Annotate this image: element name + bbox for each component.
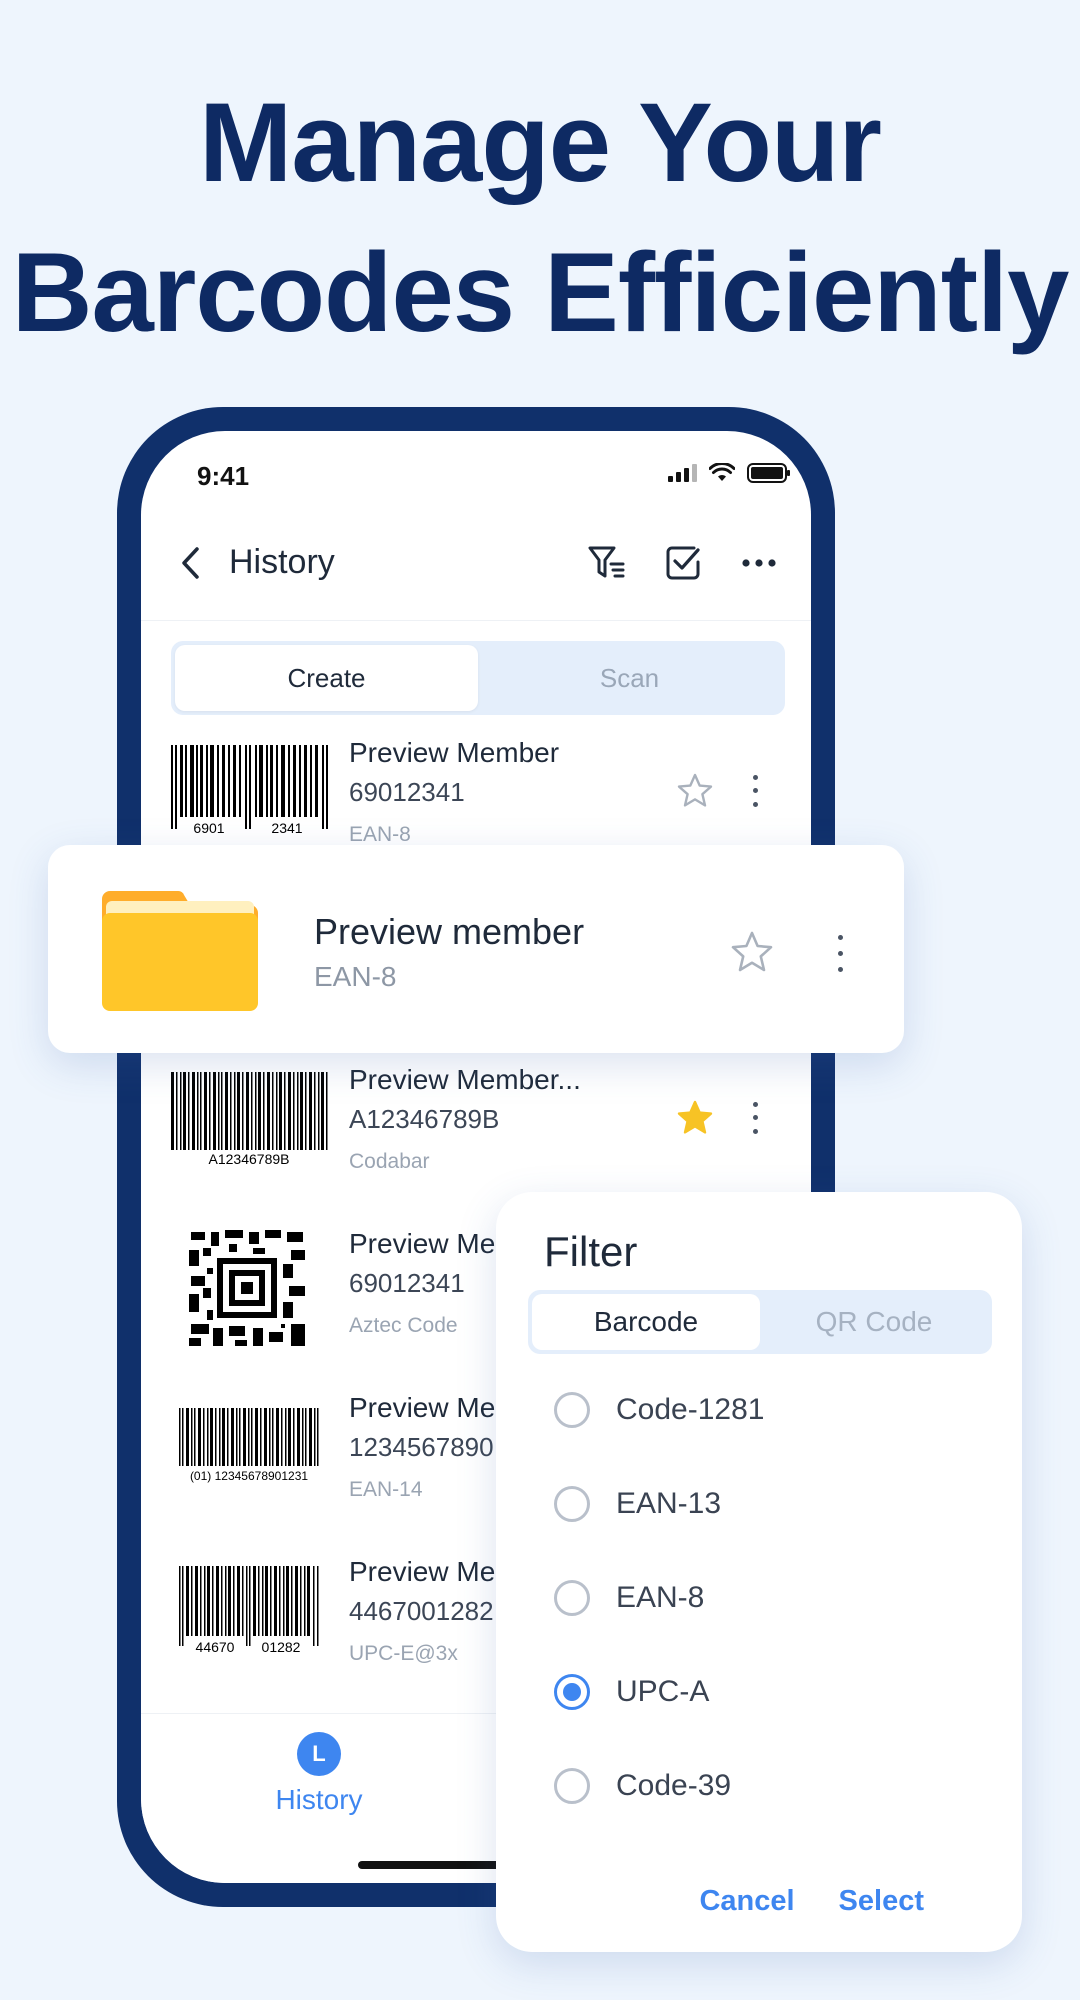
- row-value: 4467001282: [349, 1596, 494, 1626]
- row-title: Preview Me: [349, 1228, 496, 1259]
- barcode-text: A12346789B: [209, 1151, 290, 1167]
- row-value: 69012341: [349, 1268, 465, 1298]
- barcode-text-right: 2341: [271, 820, 302, 836]
- cancel-button[interactable]: Cancel: [699, 1885, 794, 1918]
- row-value: 1234567890: [349, 1432, 494, 1462]
- filter-icon: [588, 546, 625, 578]
- folder-card[interactable]: Preview member EAN-8: [48, 845, 904, 1053]
- row-type: EAN-8: [349, 823, 411, 846]
- row-value: A12346789B: [349, 1104, 500, 1134]
- row-more-button[interactable]: [745, 1098, 765, 1138]
- page-title: History: [229, 543, 335, 581]
- filter-option-label: EAN-8: [616, 1581, 705, 1614]
- wifi-icon: [709, 463, 735, 481]
- more-horizontal-icon: [742, 559, 776, 567]
- select-mode-button[interactable]: [659, 539, 707, 587]
- barcode-text-right: 01282: [262, 1639, 301, 1655]
- radio-button[interactable]: [554, 1392, 590, 1428]
- chevron-left-icon: [182, 547, 199, 579]
- cellular-signal-icon: [668, 464, 697, 482]
- aztec-code-image: [187, 1228, 307, 1348]
- row-type: Codabar: [349, 1150, 430, 1173]
- tab-history[interactable]: L History: [249, 1732, 389, 1816]
- filter-option-label: Code-1281: [616, 1393, 765, 1426]
- codabar-barcode-image: A12346789B: [171, 1072, 328, 1167]
- nav-bar: History: [141, 511, 811, 621]
- radio-button-selected[interactable]: [554, 1674, 590, 1710]
- ean8-barcode-image: 6901 2341: [171, 745, 328, 836]
- more-options-button[interactable]: [735, 539, 783, 587]
- radio-button[interactable]: [554, 1580, 590, 1616]
- select-button[interactable]: Select: [839, 1885, 924, 1918]
- history-clock-icon: L: [297, 1732, 341, 1776]
- folder-subtitle: EAN-8: [314, 961, 397, 992]
- barcode-text: (01) 12345678901231: [190, 1469, 308, 1483]
- tab-barcode[interactable]: Barcode: [532, 1294, 760, 1350]
- barcode-text-left: 6901: [193, 820, 224, 836]
- star-filled-icon[interactable]: [675, 1098, 715, 1138]
- filter-option-label: EAN-13: [616, 1487, 722, 1520]
- filter-option[interactable]: EAN-8: [554, 1568, 974, 1628]
- filter-option-selected[interactable]: UPC-A: [554, 1662, 974, 1722]
- filter-actions: Cancel Select: [699, 1885, 924, 1918]
- row-title: Preview Member...: [349, 1064, 581, 1095]
- star-outline-icon[interactable]: [675, 771, 715, 811]
- folder-title: Preview member: [314, 911, 585, 952]
- row-title: Preview Me: [349, 1556, 496, 1587]
- filter-option-label: UPC-A: [616, 1675, 710, 1708]
- checkbox-icon: [666, 546, 700, 580]
- barcode-text-left: 44670: [196, 1639, 235, 1655]
- filter-button[interactable]: [583, 539, 631, 587]
- status-bar: 9:41: [141, 431, 811, 511]
- status-time: 9:41: [197, 461, 250, 491]
- filter-option-label: Code-39: [616, 1769, 732, 1802]
- headline-line-1: Manage Your: [199, 80, 882, 205]
- row-type: Aztec Code: [349, 1314, 458, 1337]
- filter-type-segmented-control: Barcode QR Code: [528, 1290, 992, 1354]
- folder-icon: [102, 890, 258, 1011]
- filter-title: Filter: [544, 1228, 638, 1275]
- tab-history-label: History: [275, 1784, 363, 1815]
- battery-icon: [747, 463, 790, 483]
- tab-create[interactable]: Create: [175, 645, 478, 711]
- row-type: UPC-E@3x: [349, 1642, 458, 1665]
- row-value: 69012341: [349, 777, 465, 807]
- filter-sheet: Filter Barcode QR Code Code-1281 EAN-13 …: [496, 1192, 1022, 1952]
- row-more-button[interactable]: [745, 771, 765, 811]
- row-title: Preview Me: [349, 1392, 496, 1423]
- ean14-barcode-image: (01) 12345678901231: [179, 1408, 319, 1483]
- folder-more-button[interactable]: [830, 929, 850, 977]
- radio-button[interactable]: [554, 1486, 590, 1522]
- star-outline-icon[interactable]: [728, 929, 776, 977]
- history-segmented-control: Create Scan: [171, 641, 785, 715]
- filter-option[interactable]: Code-1281: [554, 1380, 974, 1440]
- upce-barcode-image: 44670 01282: [179, 1566, 319, 1655]
- back-button[interactable]: [169, 541, 213, 585]
- headline-line-2: Barcodes Efficiently: [11, 230, 1070, 355]
- tab-scan[interactable]: Scan: [478, 645, 781, 711]
- filter-option[interactable]: Code-39: [554, 1756, 974, 1816]
- filter-option[interactable]: EAN-13: [554, 1474, 974, 1534]
- tab-qr-code[interactable]: QR Code: [760, 1294, 988, 1350]
- row-type: EAN-14: [349, 1478, 423, 1501]
- radio-button[interactable]: [554, 1768, 590, 1804]
- row-title: Preview Member: [349, 737, 560, 768]
